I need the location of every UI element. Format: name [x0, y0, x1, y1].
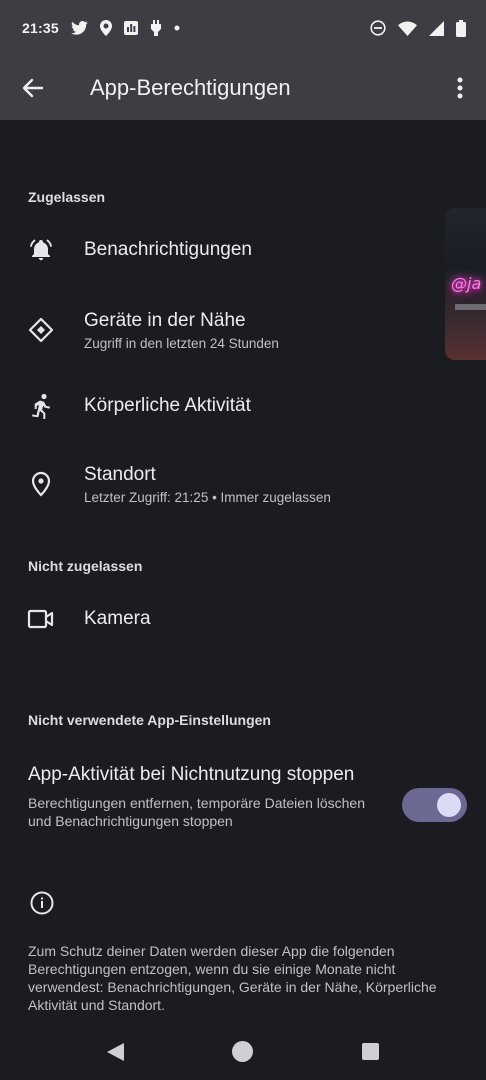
back-arrow-icon: [22, 78, 44, 98]
chart-icon: [123, 21, 138, 35]
thumbnail-neon-sign: @ja: [451, 274, 482, 293]
permission-title: Körperliche Aktivität: [84, 395, 251, 416]
setting-subtitle: Berechtigungen entfernen, temporäre Date…: [28, 795, 365, 829]
permission-item-camera[interactable]: Kamera: [0, 589, 440, 649]
section-header-denied: Nicht zugelassen: [28, 558, 143, 574]
nearby-devices-icon: [0, 300, 84, 360]
section-header-allowed: Zugelassen: [28, 189, 106, 205]
nav-home-icon[interactable]: [232, 1041, 253, 1062]
permission-subtitle: Zugriff in den letzten 24 Stunden: [84, 335, 279, 351]
navigation-bar: [0, 1026, 486, 1080]
nav-back-icon[interactable]: [106, 1042, 125, 1067]
plug-icon: [150, 20, 161, 36]
info-text: Zum Schutz deiner Daten werden dieser Ap…: [28, 943, 437, 1013]
battery-icon: [456, 19, 466, 37]
pause-app-activity-toggle[interactable]: [402, 788, 467, 822]
wifi-icon: [398, 20, 417, 36]
bell-icon: [0, 220, 84, 280]
permission-title: Standort: [84, 463, 156, 485]
twitter-icon: [70, 21, 88, 35]
info-icon: [30, 891, 54, 920]
permission-item-nearby-devices[interactable]: Geräte in der Nähe Zugriff in den letzte…: [0, 300, 440, 360]
nav-recents-icon[interactable]: [362, 1043, 379, 1060]
toggle-knob: [437, 793, 461, 817]
permission-item-physical-activity[interactable]: Körperliche Aktivität: [0, 376, 440, 436]
location-pin-icon: [0, 454, 84, 514]
permission-title: Geräte in der Nähe: [84, 309, 246, 331]
permission-item-notifications[interactable]: Benachrichtigungen: [0, 220, 440, 280]
thumbnail-decor: [455, 304, 486, 310]
setting-title: App-Aktivität bei Nichtnutzung stoppen: [28, 764, 355, 785]
status-left: 21:35: [22, 20, 180, 36]
dot-icon: [174, 25, 180, 31]
pip-video-thumbnail[interactable]: @ja: [445, 208, 486, 360]
permission-title: Benachrichtigungen: [84, 239, 252, 260]
more-vert-icon: [457, 77, 463, 99]
location-icon: [99, 20, 112, 36]
dnd-icon: [370, 20, 386, 36]
status-bar: 21:35: [0, 0, 486, 56]
status-right: [370, 19, 466, 37]
back-button[interactable]: [0, 56, 66, 120]
more-options-button[interactable]: [434, 56, 486, 120]
permission-subtitle: Letzter Zugriff: 21:25 • Immer zugelasse…: [84, 489, 331, 505]
status-time: 21:35: [22, 20, 59, 36]
videocam-icon: [0, 589, 84, 649]
running-person-icon: [0, 376, 84, 436]
permission-title: Kamera: [84, 608, 151, 629]
app-bar: App-Berechtigungen: [0, 56, 486, 120]
page-title: App-Berechtigungen: [90, 75, 291, 100]
section-header-unused: Nicht verwendete App-Einstellungen: [28, 712, 271, 728]
unused-app-setting[interactable]: App-Aktivität bei Nichtnutzung stoppen B…: [28, 762, 468, 830]
permission-item-location[interactable]: Standort Letzter Zugriff: 21:25 • Immer …: [0, 454, 440, 514]
signal-icon: [429, 20, 444, 36]
